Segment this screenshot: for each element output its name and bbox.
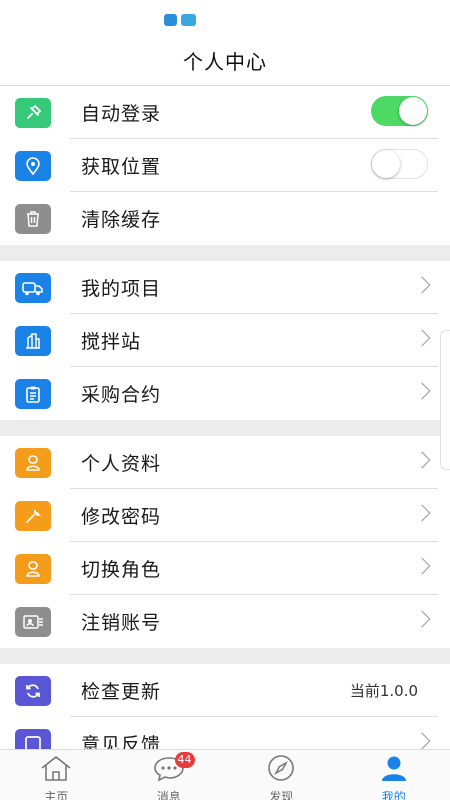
- page-title: 个人中心: [183, 50, 267, 74]
- chevron-right-icon: [413, 504, 431, 522]
- chevron-right-icon: [413, 732, 431, 749]
- row-label: 检查更新: [81, 681, 162, 703]
- tab-label: 消息: [156, 790, 181, 800]
- tab-messages[interactable]: 消息 44: [113, 750, 226, 800]
- user-icon: [15, 553, 51, 584]
- tab-home[interactable]: 主页: [0, 750, 113, 800]
- tab-label: 我的: [381, 790, 406, 800]
- group-separator: [0, 245, 450, 261]
- tab-label: 主页: [44, 790, 69, 800]
- row-label: 采购合约: [81, 384, 162, 406]
- truck-icon: [15, 272, 51, 303]
- row-label: 切换角色: [81, 559, 162, 581]
- building-icon: [15, 325, 51, 356]
- trash-icon: [15, 203, 51, 234]
- row-change-password[interactable]: 修改密码: [0, 489, 450, 542]
- person-icon: [377, 754, 411, 786]
- id-card-icon: [15, 606, 51, 637]
- clipboard-icon: [15, 378, 51, 409]
- tab-mine[interactable]: 我的: [338, 750, 450, 800]
- chevron-right-icon: [413, 276, 431, 294]
- wrench-icon: [15, 500, 51, 531]
- version-value: 当前1.0.0: [349, 682, 418, 700]
- chevron-right-icon: [413, 610, 431, 628]
- chevron-right-icon: [413, 382, 431, 400]
- compass-icon: [264, 754, 298, 786]
- toggle-knob: [399, 97, 427, 125]
- chevron-right-icon: [413, 329, 431, 347]
- row-label: 意见反馈: [81, 734, 162, 749]
- row-feedback[interactable]: 意见反馈: [0, 717, 450, 749]
- side-scroll-handle[interactable]: [440, 330, 450, 470]
- unread-badge: 44: [174, 752, 195, 768]
- bottom-tab-bar: 主页 消息 44 发现 我的: [0, 749, 450, 800]
- chevron-right-icon: [413, 557, 431, 575]
- app-notification-icon: [181, 14, 196, 26]
- pin-icon: [15, 97, 51, 128]
- row-auto-login[interactable]: 自动登录: [0, 86, 450, 139]
- group-separator: [0, 420, 450, 436]
- tab-label: 发现: [269, 790, 294, 800]
- row-mixing-station[interactable]: 搅拌站: [0, 314, 450, 367]
- square-icon: [15, 728, 51, 749]
- user-icon: [15, 447, 51, 478]
- chevron-right-icon: [413, 451, 431, 469]
- row-label: 注销账号: [81, 612, 162, 634]
- row-cancel-account[interactable]: 注销账号: [0, 595, 450, 648]
- get-location-toggle[interactable]: [371, 149, 428, 179]
- row-check-update[interactable]: 检查更新 当前1.0.0: [0, 664, 450, 717]
- notification-icon: [164, 14, 177, 26]
- location-icon: [15, 150, 51, 181]
- row-clear-cache[interactable]: 清除缓存: [0, 192, 450, 245]
- tab-discover[interactable]: 发现: [225, 750, 338, 800]
- row-label: 修改密码: [81, 506, 162, 528]
- row-profile[interactable]: 个人资料: [0, 436, 450, 489]
- group-separator: [0, 648, 450, 664]
- title-bar: 个人中心: [0, 36, 450, 86]
- toggle-knob: [372, 150, 400, 178]
- status-icons: [164, 14, 196, 26]
- auto-login-toggle[interactable]: [371, 96, 428, 126]
- row-label: 获取位置: [81, 156, 162, 178]
- row-label: 个人资料: [81, 453, 162, 475]
- status-bar: [0, 0, 450, 36]
- row-label: 清除缓存: [81, 209, 162, 231]
- row-get-location[interactable]: 获取位置: [0, 139, 450, 192]
- row-my-projects[interactable]: 我的项目: [0, 261, 450, 314]
- home-icon: [39, 754, 73, 786]
- row-switch-role[interactable]: 切换角色: [0, 542, 450, 595]
- row-label: 我的项目: [81, 278, 162, 300]
- settings-list[interactable]: 自动登录获取位置清除缓存我的项目搅拌站采购合约个人资料修改密码切换角色注销账号检…: [0, 86, 450, 749]
- row-label: 自动登录: [81, 103, 162, 125]
- refresh-icon: [15, 675, 51, 706]
- row-label: 搅拌站: [81, 331, 142, 353]
- row-purchase-contract[interactable]: 采购合约: [0, 367, 450, 420]
